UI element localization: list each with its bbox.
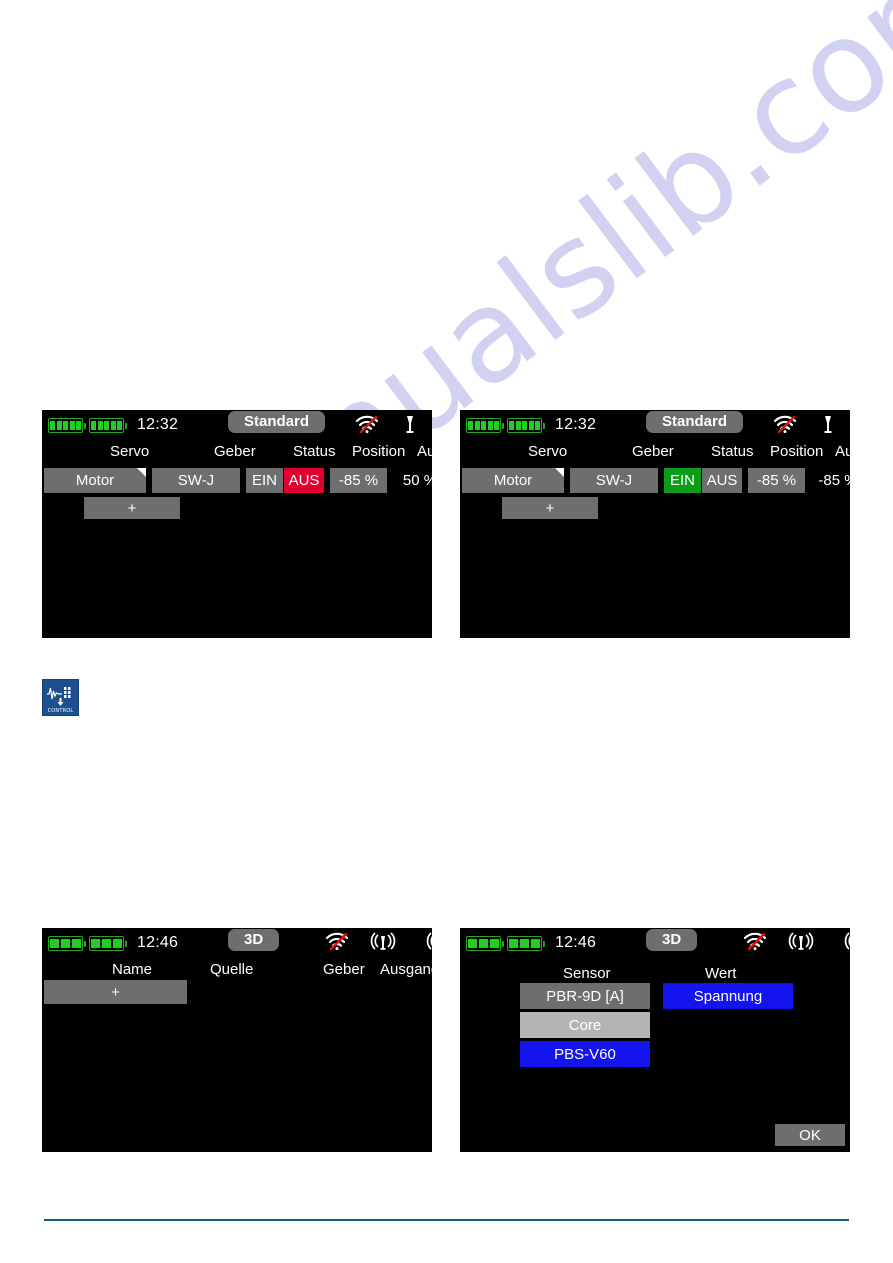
row-status-aus[interactable]: AUS [284, 468, 324, 493]
row-position-value[interactable]: -85 % [330, 468, 387, 493]
column-header-servo: Servo [110, 443, 150, 460]
wifi-off-icon [354, 414, 380, 439]
statusbar: 12:46 3D [42, 928, 432, 956]
control-app-icon[interactable]: CONTROL [42, 679, 79, 716]
column-header-status: Status [293, 443, 336, 460]
column-header-position: Position [770, 443, 824, 460]
column-header-sensor: Sensor [563, 965, 611, 982]
battery-icon-2 [89, 417, 127, 433]
row-position-value[interactable]: -85 % [748, 468, 805, 493]
add-row-button[interactable]: + [84, 497, 180, 519]
column-header-geber: Geber [323, 961, 365, 978]
battery-icon-1 [48, 417, 86, 433]
column-header-position: Position [352, 443, 406, 460]
statusbar: 12:32 Standard [42, 410, 432, 438]
sensor-list-item-pbr9d[interactable]: PBR-9D [A] [520, 983, 650, 1009]
mode-pill[interactable]: Standard [646, 411, 744, 433]
wifi-off-icon [772, 414, 798, 439]
row-status-ein[interactable]: EIN [664, 468, 701, 493]
mode-pill[interactable]: 3D [228, 929, 280, 951]
footer-divider [44, 1219, 849, 1221]
battery-icon-2 [507, 935, 545, 951]
screen-sensor-select: 12:46 3D Sensor Wert PBR-9D [A] Core PBS… [460, 928, 850, 1152]
clock: 12:32 [137, 416, 179, 433]
mode-pill[interactable]: Standard [228, 411, 326, 433]
column-header-status: Status [711, 443, 754, 460]
row-servo-button[interactable]: Motor [44, 468, 146, 493]
wifi-off-icon [324, 931, 350, 956]
sensor-list-item-pbsv60[interactable]: PBS-V60 [520, 1041, 650, 1067]
wifi-off-icon [742, 931, 768, 956]
mode-pill[interactable]: 3D [646, 929, 698, 951]
antenna-icon-1 [820, 414, 836, 439]
row-geber-button[interactable]: SW-J [152, 468, 240, 493]
control-app-icon-label: CONTROL [47, 708, 74, 714]
add-row-button[interactable]: + [502, 497, 598, 519]
sensor-list-item-core[interactable]: Core [520, 1012, 650, 1038]
battery-icon-1 [466, 935, 504, 951]
add-row-button[interactable]: + [44, 980, 187, 1004]
column-header-ausgang: Ausgang [417, 443, 432, 460]
clock: 12:46 [555, 934, 597, 951]
statusbar: 12:32 Standard [460, 410, 850, 438]
screen-servo-ein: 12:32 Standard Servo Geber Status Positi… [460, 410, 850, 638]
column-header-wert: Wert [705, 965, 737, 982]
antenna-signal-icon-2 [842, 931, 850, 956]
row-status-ein[interactable]: EIN [246, 468, 283, 493]
row-status-aus[interactable]: AUS [702, 468, 742, 493]
column-header-quelle: Quelle [210, 961, 254, 978]
antenna-icon-1 [402, 414, 418, 439]
clock: 12:46 [137, 934, 179, 951]
antenna-signal-icon-1 [786, 931, 816, 956]
column-header-geber: Geber [214, 443, 256, 460]
battery-icon-2 [507, 417, 545, 433]
antenna-signal-icon-1 [368, 931, 398, 956]
column-header-name: Name [112, 961, 153, 978]
row-ausgang-value: -85 % [818, 472, 850, 489]
clock: 12:32 [555, 416, 597, 433]
column-header-servo: Servo [528, 443, 568, 460]
screen-servo-aus: 12:32 Standard Servo Geber Status Positi… [42, 410, 432, 638]
column-header-ausgang: Ausgang [835, 443, 850, 460]
row-ausgang-value: 50 % [402, 472, 432, 489]
column-header-geber: Geber [632, 443, 674, 460]
ok-button[interactable]: OK [775, 1124, 845, 1146]
battery-icon-1 [48, 935, 86, 951]
column-header-ausgang: Ausgang [380, 961, 432, 978]
screen-telemetry-empty: 12:46 3D Name Quelle Geber Ausgan + [42, 928, 432, 1152]
battery-icon-2 [89, 935, 127, 951]
statusbar: 12:46 3D [460, 928, 850, 956]
row-servo-button[interactable]: Motor [462, 468, 564, 493]
antenna-signal-icon-2 [424, 931, 432, 956]
row-geber-button[interactable]: SW-J [570, 468, 658, 493]
value-list-item-spannung[interactable]: Spannung [663, 983, 793, 1009]
battery-icon-1 [466, 417, 504, 433]
